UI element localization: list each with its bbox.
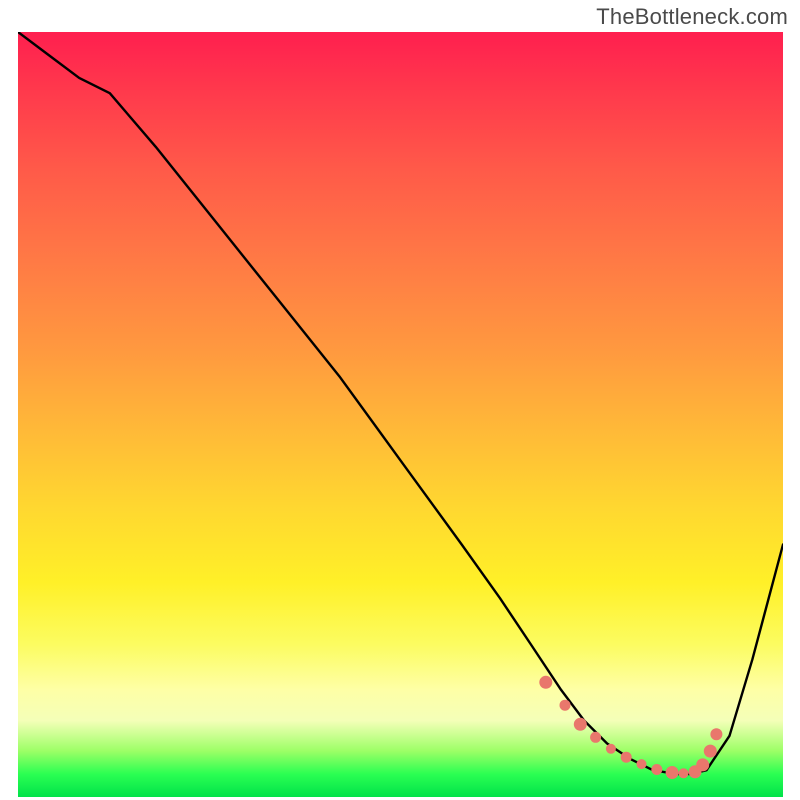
marker-dot — [606, 744, 616, 754]
marker-dot — [710, 728, 722, 740]
marker-dot — [574, 718, 587, 731]
bottleneck-curve — [18, 32, 783, 774]
watermark-text: TheBottleneck.com — [596, 4, 788, 30]
marker-dot — [704, 745, 717, 758]
chart-stage: TheBottleneck.com — [0, 0, 800, 800]
marker-dot — [666, 766, 679, 779]
marker-dot — [539, 676, 552, 689]
plot-area — [18, 32, 783, 797]
chart-overlay-svg — [18, 32, 783, 797]
marker-dot — [637, 759, 647, 769]
marker-dot — [696, 758, 709, 771]
marker-dot — [651, 764, 662, 775]
marker-dot — [679, 768, 689, 778]
marker-dot — [560, 700, 571, 711]
marker-dot — [590, 732, 601, 743]
optimal-zone-markers — [539, 676, 722, 779]
marker-dot — [621, 752, 632, 763]
